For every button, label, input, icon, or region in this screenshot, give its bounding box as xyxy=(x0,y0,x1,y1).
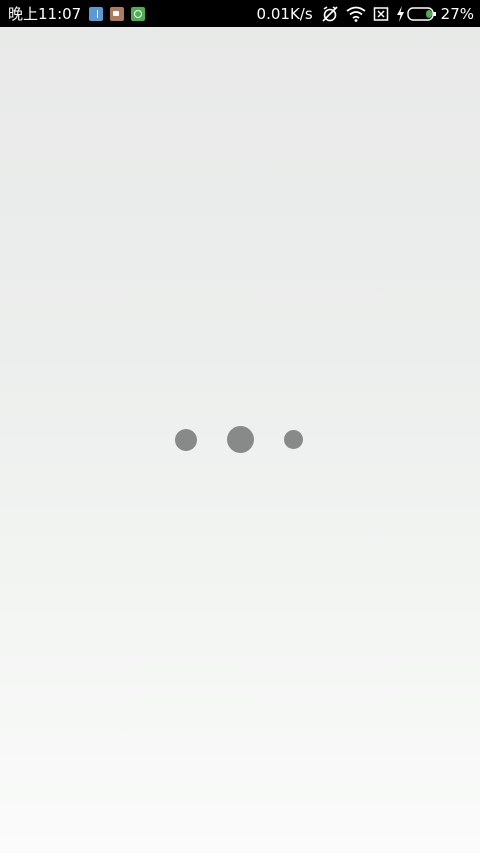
network-speed: 0.01K/s xyxy=(256,4,313,23)
status-bar: 晚上11:07 0.01K/s 27% xyxy=(0,0,480,27)
status-time: 晚上11:07 xyxy=(8,5,82,23)
battery-icon xyxy=(406,6,437,22)
loading-dot xyxy=(175,429,197,451)
battery-percent: 27% xyxy=(440,4,474,23)
loading-indicator xyxy=(0,420,480,460)
sim-icon xyxy=(373,4,389,24)
camera-icon xyxy=(110,6,125,21)
loading-dot xyxy=(284,430,303,449)
alarm-off-icon xyxy=(321,4,339,24)
status-bar-left: 晚上11:07 xyxy=(8,3,152,24)
charging-icon xyxy=(396,4,405,24)
loading-dot xyxy=(227,426,254,453)
wifi-icon xyxy=(346,4,366,24)
status-bar-right: 0.01K/s 27% xyxy=(257,4,474,24)
sync-icon xyxy=(131,6,146,21)
bluetooth-icon xyxy=(89,6,104,21)
